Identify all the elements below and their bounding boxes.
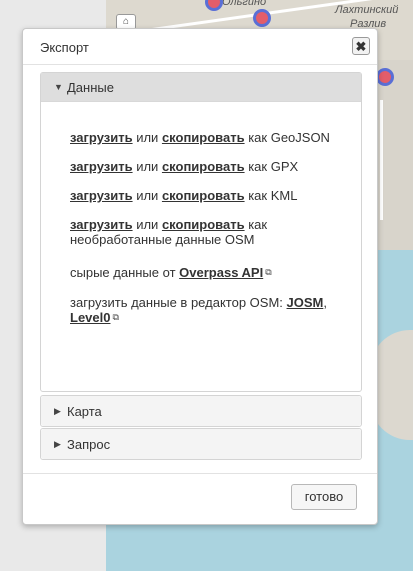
or-text: или	[136, 159, 159, 174]
dialog-footer-divider	[23, 473, 377, 474]
panel-map: ▶ Карта	[40, 395, 362, 427]
caret-right-icon: ▶	[54, 439, 61, 449]
export-row-osm: загрузить или скопировать как необработа…	[70, 217, 267, 247]
map-marker[interactable]	[376, 68, 394, 86]
download-link[interactable]: загрузить	[70, 188, 133, 203]
panel-data-header[interactable]: ▼ Данные	[41, 73, 361, 102]
copy-link[interactable]: скопировать	[162, 130, 245, 145]
map-label-district: Лахтинский	[335, 4, 399, 16]
map-marker[interactable]	[253, 9, 271, 27]
copy-link[interactable]: скопировать	[162, 188, 245, 203]
copy-link[interactable]: скопировать	[162, 217, 245, 232]
josm-link[interactable]: JOSM	[287, 295, 324, 310]
download-link[interactable]: загрузить	[70, 130, 133, 145]
comma-text: ,	[323, 295, 327, 310]
overpass-api-link[interactable]: Overpass API	[179, 265, 263, 280]
panel-query-label: Запрос	[67, 437, 111, 452]
close-icon[interactable]: ✖	[352, 37, 370, 55]
export-row-geojson: загрузить или скопировать как GeoJSON	[70, 130, 330, 145]
level0-link[interactable]: Level0	[70, 310, 110, 325]
external-link-icon: ⧉	[265, 267, 272, 277]
raw-data-text: сырые данные от	[70, 265, 176, 280]
download-link[interactable]: загрузить	[70, 217, 133, 232]
caret-right-icon: ▶	[54, 406, 61, 416]
or-text: или	[136, 217, 159, 232]
panel-query-header[interactable]: ▶ Запрос	[41, 429, 361, 459]
or-text: или	[136, 188, 159, 203]
export-row-kml: загрузить или скопировать как KML	[70, 188, 297, 203]
download-link[interactable]: загрузить	[70, 159, 133, 174]
editor-row: загрузить данные в редактор OSM: JOSM, L…	[70, 295, 327, 325]
done-button[interactable]: готово	[291, 484, 357, 510]
panel-query: ▶ Запрос	[40, 428, 362, 460]
panel-data-label: Данные	[67, 80, 114, 95]
raw-data-row: сырые данные от Overpass API ⧉	[70, 265, 272, 280]
dialog-header: Экспорт ✖	[23, 29, 377, 65]
dialog-title: Экспорт	[40, 40, 89, 55]
caret-down-icon: ▼	[54, 82, 63, 92]
export-row-gpx: загрузить или скопировать как GPX	[70, 159, 298, 174]
panel-map-header[interactable]: ▶ Карта	[41, 396, 361, 426]
format-text: как	[248, 217, 268, 232]
format-text: как GeoJSON	[248, 130, 330, 145]
or-text: или	[136, 130, 159, 145]
map-label-district: Ольгино	[222, 0, 267, 8]
editor-text: загрузить данные в редактор OSM:	[70, 295, 283, 310]
copy-link[interactable]: скопировать	[162, 159, 245, 174]
external-link-icon: ⧉	[112, 312, 119, 322]
format-text-line2: необработанные данные OSM	[70, 232, 255, 247]
format-text: как KML	[248, 188, 298, 203]
panel-map-label: Карта	[67, 404, 102, 419]
map-road	[380, 100, 383, 220]
panel-data: ▼ Данные загрузить или скопировать как G…	[40, 72, 362, 392]
format-text: как GPX	[248, 159, 299, 174]
export-dialog: Экспорт ✖ ▼ Данные загрузить или скопиро…	[22, 28, 378, 525]
